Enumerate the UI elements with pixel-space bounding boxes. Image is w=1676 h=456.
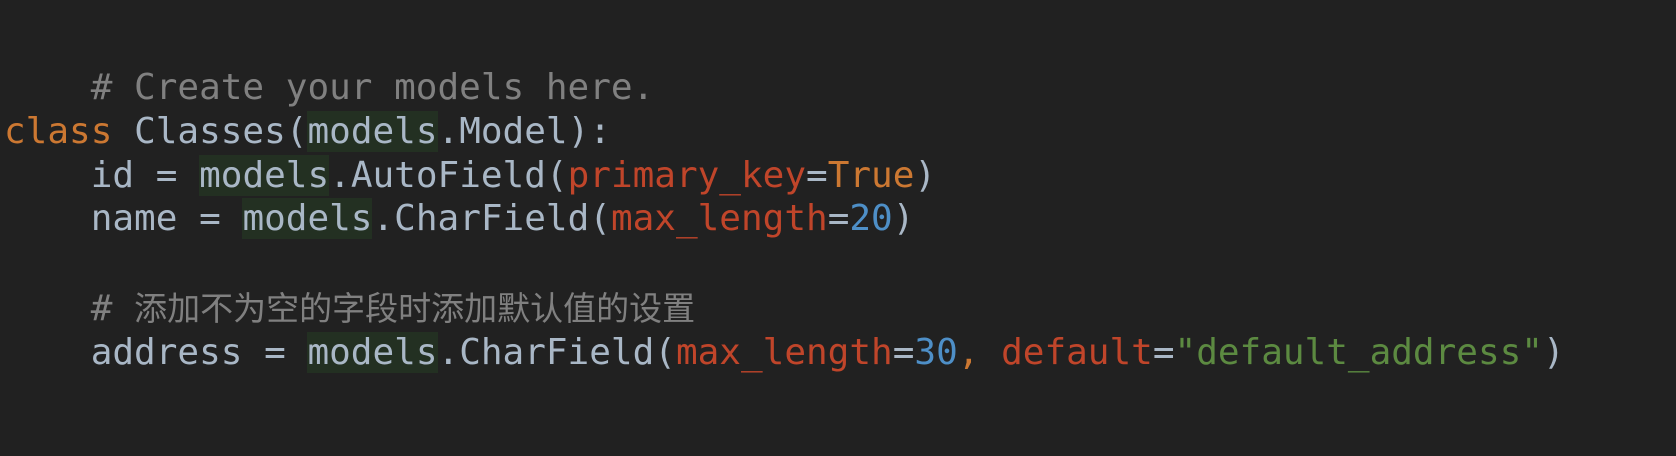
code-line-address-field: address = models.CharField(max_length=30…: [90, 332, 1565, 373]
primary-key-kwarg: primary_key: [567, 155, 807, 196]
name-field-name: name: [90, 198, 178, 239]
char-field-class: CharField: [394, 198, 590, 239]
max-length-value: 30: [914, 332, 958, 373]
models-module-ref: models: [307, 111, 438, 152]
code-line-name-field: name = models.CharField(max_length=20): [90, 198, 915, 239]
comment-zh-text: 添加不为空的字段时添加默认值的设置: [134, 289, 696, 328]
code-line-class-def: class Classes(models.Model):: [4, 111, 611, 152]
code-line-zh-comment: # 添加不为空的字段时添加默认值的设置: [4, 287, 695, 331]
address-field-name: address: [90, 332, 243, 373]
id-field-name: id: [90, 155, 135, 196]
max-length-kwarg: max_length: [675, 332, 893, 373]
base-class-name: Model: [459, 111, 568, 152]
auto-field-class: AutoField: [350, 155, 546, 196]
code-line-comment: # Create your models here.: [4, 22, 655, 108]
max-length-value: 20: [849, 198, 893, 239]
comment-hash: #: [90, 288, 135, 329]
comment-text: # Create your models here.: [90, 67, 655, 108]
models-module-ref: models: [199, 155, 330, 196]
max-length-kwarg: max_length: [610, 198, 828, 239]
code-editor[interactable]: # Create your models here. class Classes…: [0, 0, 1676, 456]
models-module-ref: models: [242, 198, 373, 239]
default-string-value: "default_address": [1174, 332, 1543, 373]
code-line-id-field: id = models.AutoField(primary_key=True): [90, 155, 937, 196]
class-keyword: class: [4, 111, 113, 152]
class-name: Classes: [134, 111, 286, 152]
default-kwarg: default: [1001, 332, 1153, 373]
models-module-ref: models: [307, 332, 438, 373]
char-field-class: CharField: [459, 332, 655, 373]
true-literal: True: [827, 155, 915, 196]
